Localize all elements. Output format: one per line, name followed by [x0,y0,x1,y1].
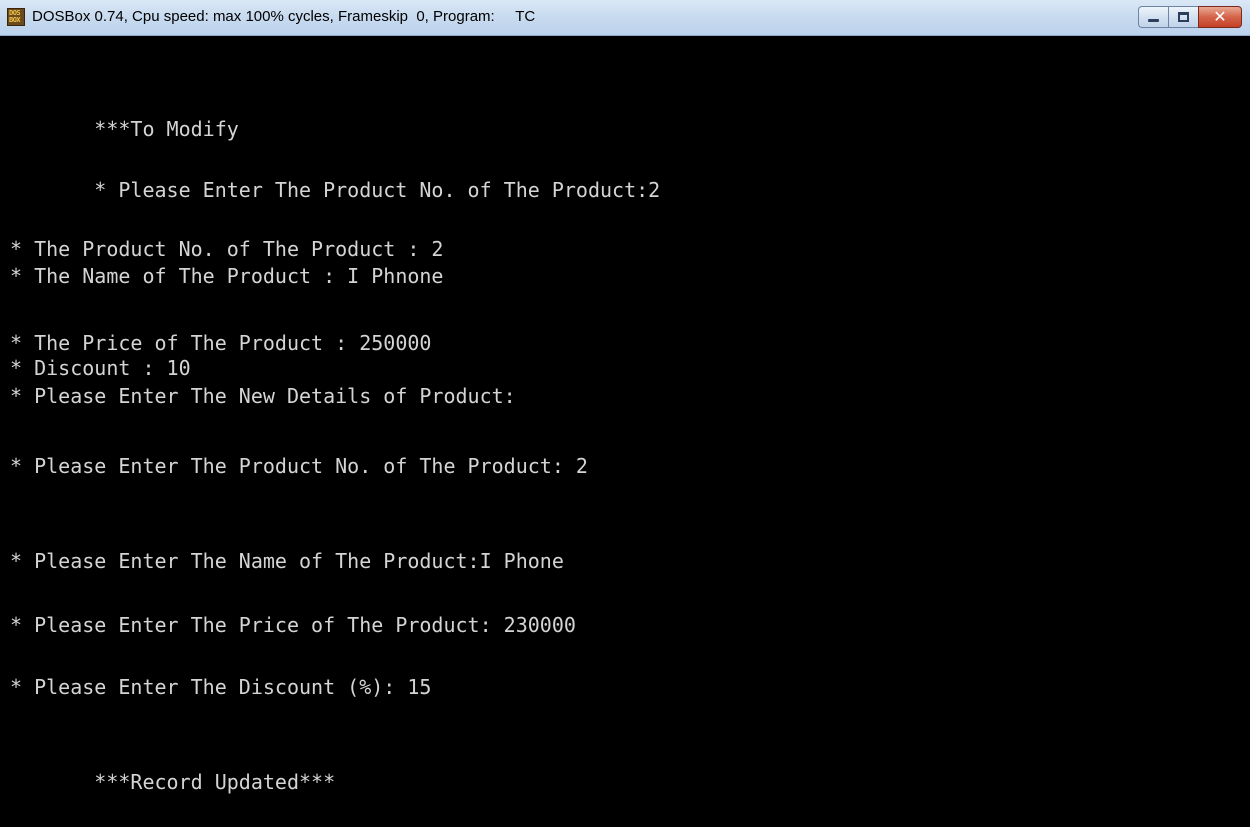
console-line-discount: * Discount : 10 [10,356,191,380]
console-line-new-product-name: * Please Enter The Name of The Product:I… [10,549,564,573]
minimize-button[interactable] [1138,6,1168,28]
console-line-to-modify: ***To Modify [10,117,239,141]
dosbox-window: DOS BOX DOSBox 0.74, Cpu speed: max 100%… [0,0,1250,827]
window-title: DOSBox 0.74, Cpu speed: max 100% cycles,… [32,8,536,25]
app-icon-text-bottom: BOX [9,16,21,24]
close-icon: ✕ [1213,7,1227,26]
console-line-enter-product-no: * Please Enter The Product No. of The Pr… [10,178,661,202]
console-line-new-product-no: * Please Enter The Product No. of The Pr… [10,454,588,478]
console-line-new-product-price: * Please Enter The Price of The Product:… [10,613,576,637]
dos-console[interactable]: ***To Modify * Please Enter The Product … [0,36,1250,827]
console-line-product-no: * The Product No. of The Product : 2 [10,237,444,261]
console-line-product-name: * The Name of The Product : I Phnone [10,264,444,288]
minimize-icon [1148,19,1159,22]
console-line-product-price: * The Price of The Product : 250000 [10,331,432,355]
close-button[interactable]: ✕ [1198,6,1242,28]
console-line-new-discount: * Please Enter The Discount (%): 15 [10,675,432,699]
dosbox-app-icon[interactable]: DOS BOX [7,8,25,26]
console-line-record-updated: ***Record Updated*** [10,770,336,794]
title-bar[interactable]: DOS BOX DOSBox 0.74, Cpu speed: max 100%… [0,0,1250,36]
console-line-new-details: * Please Enter The New Details of Produc… [10,384,516,408]
maximize-icon [1178,12,1189,22]
window-controls: ✕ [1138,6,1242,30]
maximize-button[interactable] [1168,6,1198,28]
